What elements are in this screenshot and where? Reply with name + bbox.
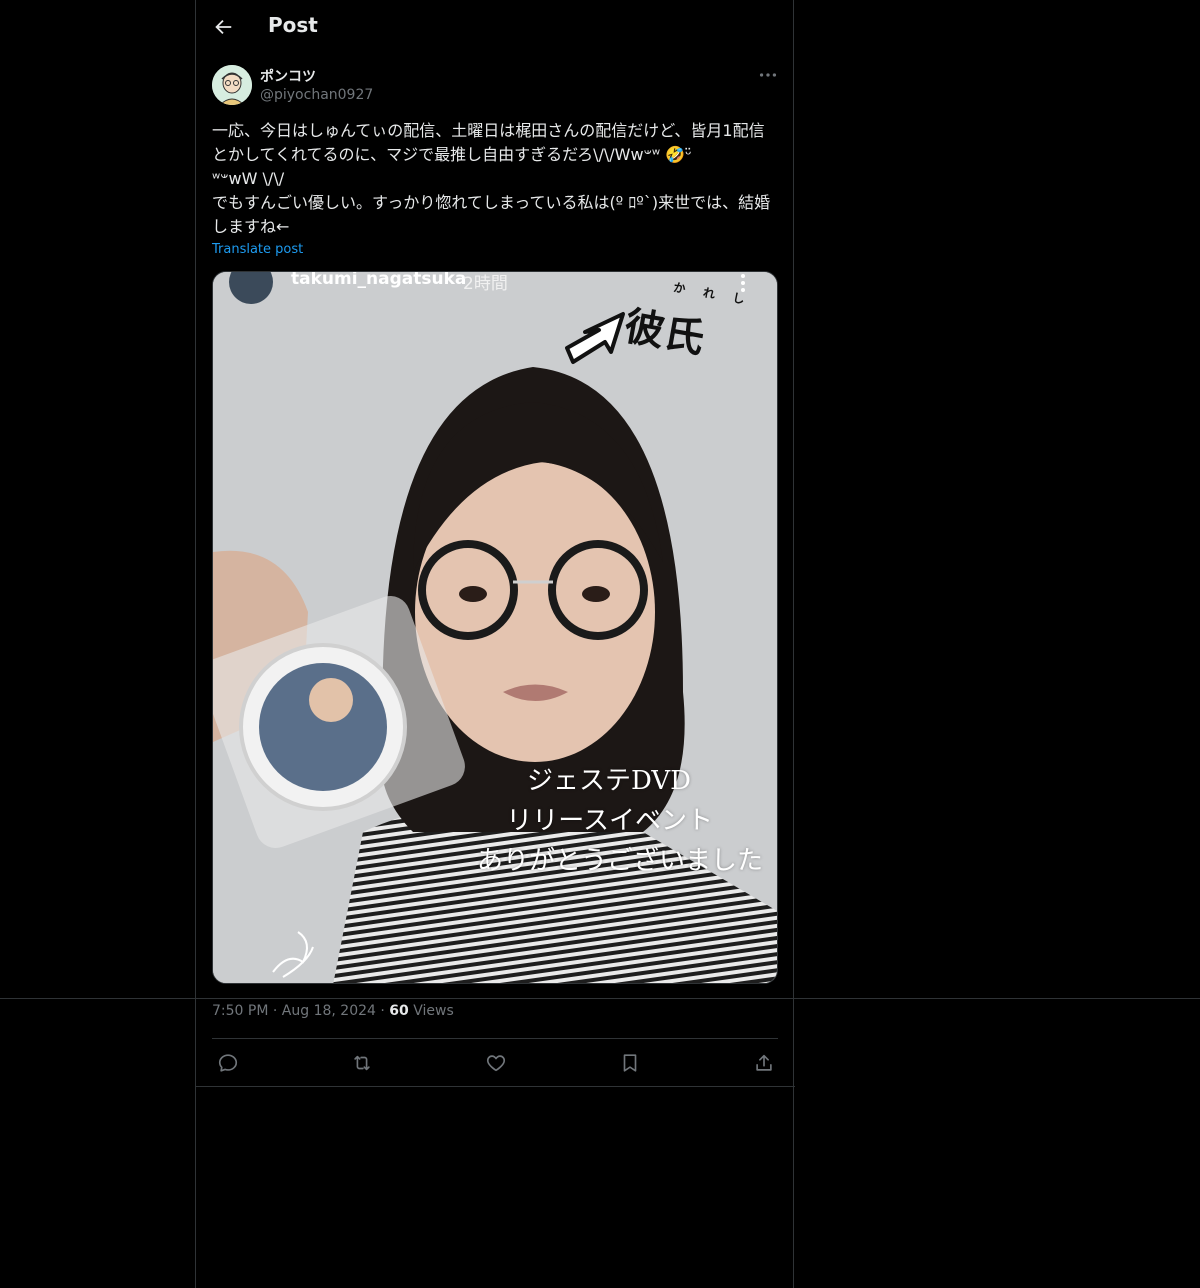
tweet-time[interactable]: 7:50 PM — [212, 1003, 268, 1019]
share-icon[interactable] — [753, 1052, 775, 1074]
tweet-metadata: 7:50 PM · Aug 18, 2024 · 60 Views — [212, 1003, 454, 1019]
divider — [196, 1086, 795, 1087]
meta-dot: · — [380, 1003, 385, 1019]
meta-dot: · — [272, 1003, 278, 1019]
media-ig-time: 2時間 — [463, 274, 508, 294]
media-caption-line: ありがとうございました — [476, 846, 763, 876]
media-caption-line: ジェステDVD — [526, 766, 691, 796]
media-caption-line: リリースイベント — [506, 806, 713, 836]
main-column: Post ポンコツ @piyochan0927 一応、今日はしゅんてぃの配信、土… — [195, 0, 795, 1288]
retweet-icon[interactable] — [351, 1052, 373, 1074]
reply-icon[interactable] — [217, 1052, 239, 1074]
page-header: Post — [196, 0, 795, 54]
tweet-media-image[interactable]: takumi_nagatsuka 2時間 かれし 彼氏 ジェステDVD リリース… — [212, 271, 778, 984]
photo-illustration — [213, 272, 777, 983]
back-arrow-icon[interactable] — [212, 16, 234, 38]
avatar[interactable] — [212, 65, 252, 105]
user-handle[interactable]: @piyochan0927 — [260, 87, 373, 103]
views-count: 60 — [389, 1003, 409, 1019]
divider — [212, 1038, 778, 1039]
page-title: Post — [268, 13, 318, 37]
display-name[interactable]: ポンコツ — [260, 66, 316, 86]
views-label[interactable]: Views — [413, 1003, 454, 1019]
tweet-text: 一応、今日はしゅんてぃの配信、土曜日は梶田さんの配信だけど、皆月1配信とかしてく… — [212, 121, 771, 236]
translate-post-link[interactable]: Translate post — [212, 242, 303, 257]
bookmark-icon[interactable] — [619, 1052, 641, 1074]
like-icon[interactable] — [485, 1052, 507, 1074]
more-icon[interactable] — [756, 64, 780, 86]
tweet-date[interactable]: Aug 18, 2024 — [282, 1003, 376, 1019]
media-ig-username: takumi_nagatsuka — [291, 271, 467, 289]
